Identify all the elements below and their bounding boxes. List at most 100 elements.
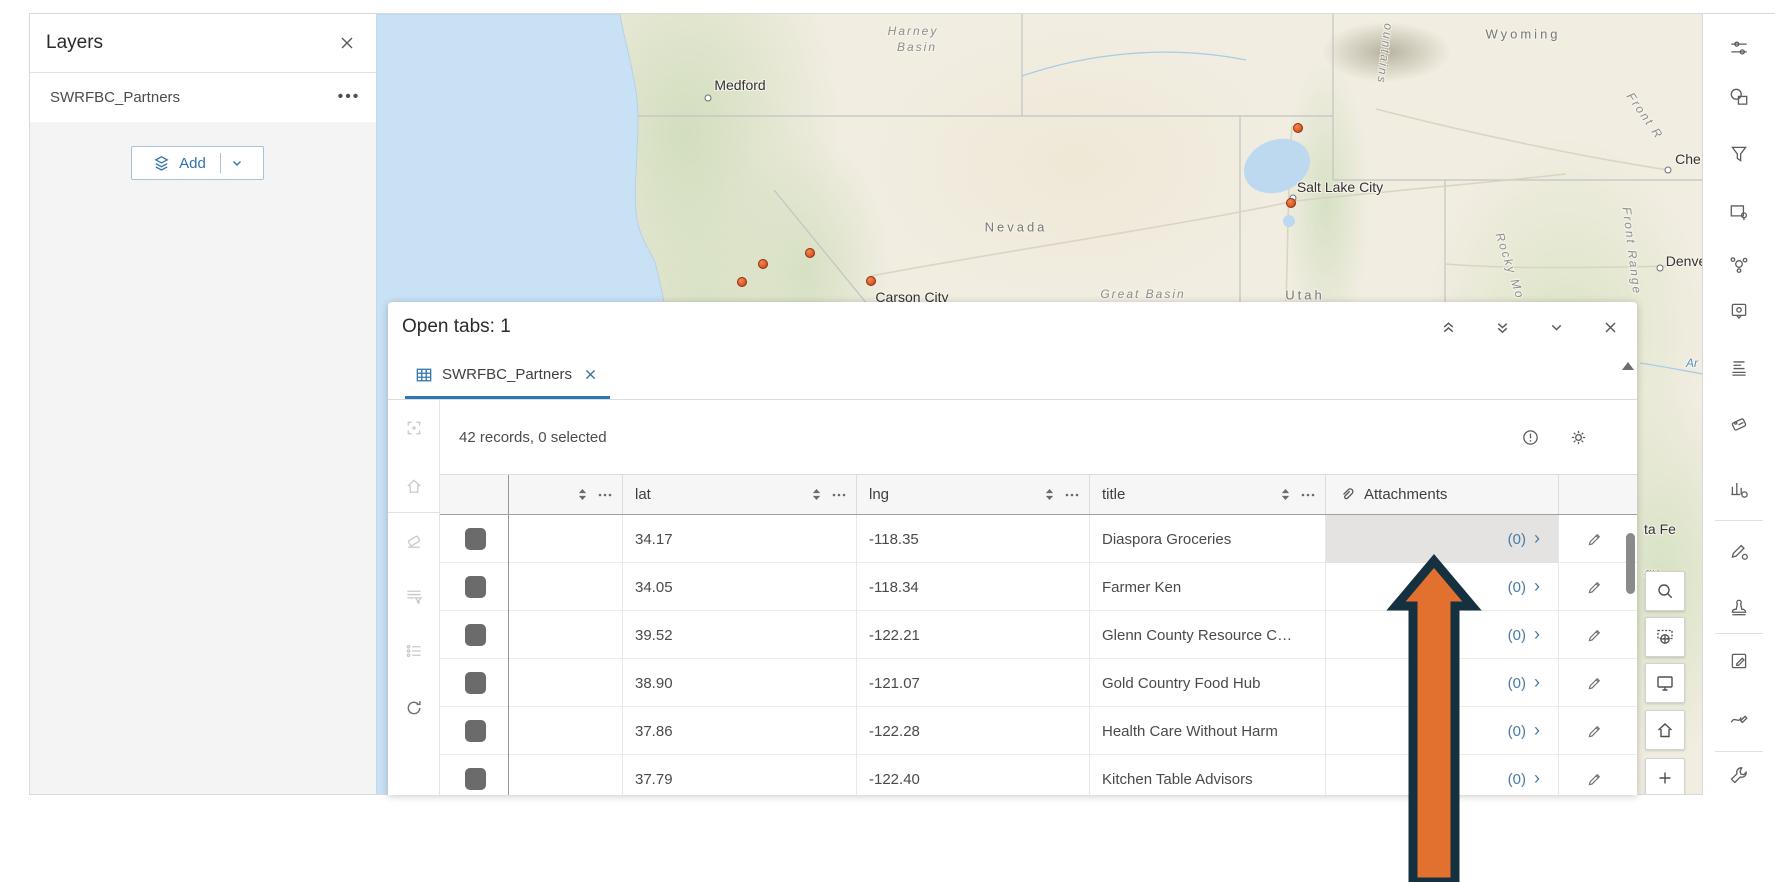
- approve-stamp-icon[interactable]: [1722, 590, 1756, 624]
- form-edit-icon[interactable]: [1722, 644, 1756, 678]
- column-header-lng[interactable]: lng: [857, 475, 1090, 514]
- double-chevron-up-icon: [1440, 319, 1457, 336]
- row-select-checkbox[interactable]: [465, 576, 486, 598]
- annotation-arrow: [1380, 552, 1490, 882]
- feature-point[interactable]: [758, 259, 768, 269]
- column-header-title[interactable]: title: [1090, 475, 1326, 514]
- sort-icon[interactable]: [1280, 488, 1291, 501]
- cell-lat: 37.79: [623, 755, 857, 795]
- zoom-in-button[interactable]: [1645, 758, 1685, 795]
- table-tools-strip: [388, 400, 440, 795]
- layers-stack-icon: [152, 154, 171, 173]
- attachment-count-link[interactable]: (0): [1508, 531, 1526, 548]
- add-layer-button[interactable]: Add: [131, 146, 264, 180]
- cell-lng: -122.21: [857, 611, 1090, 659]
- tab-close-icon[interactable]: [585, 369, 596, 380]
- layer-list-item[interactable]: SWRFBC_Partners •••: [30, 73, 376, 121]
- edit-row-button[interactable]: [1586, 627, 1603, 644]
- layer-options-button[interactable]: •••: [336, 84, 362, 110]
- home-icon[interactable]: [404, 477, 423, 496]
- column-header-lat[interactable]: lat: [623, 475, 857, 514]
- column-header-attachments[interactable]: Attachments: [1326, 475, 1559, 514]
- collapse-panel-button[interactable]: [1489, 314, 1515, 340]
- feature-point[interactable]: [737, 277, 747, 287]
- home-extent-button[interactable]: [1645, 710, 1685, 750]
- tab-swrfbc-partners[interactable]: SWRFBC_Partners: [405, 353, 610, 399]
- row-select-checkbox[interactable]: [465, 768, 486, 790]
- attachment-count-link[interactable]: (0): [1508, 675, 1526, 692]
- properties-sliders-icon[interactable]: [1722, 31, 1756, 65]
- sort-icon[interactable]: [577, 488, 588, 501]
- filter-table-icon[interactable]: [404, 587, 423, 606]
- labels-tag-icon[interactable]: [1722, 408, 1756, 442]
- close-icon: [340, 36, 354, 50]
- column-menu-icon[interactable]: [832, 493, 846, 497]
- scrollbar-thumb[interactable]: [1626, 533, 1635, 594]
- edit-row-button[interactable]: [1586, 723, 1603, 740]
- attachment-count-link[interactable]: (0): [1508, 723, 1526, 740]
- fields-icon[interactable]: [1722, 351, 1756, 385]
- screen-button[interactable]: [1645, 663, 1685, 703]
- expand-panel-button[interactable]: [1435, 314, 1461, 340]
- effects-icon[interactable]: [1722, 195, 1756, 229]
- filter-icon[interactable]: [1722, 137, 1756, 171]
- cell-lng: -118.35: [857, 515, 1090, 563]
- table-settings-button[interactable]: [1565, 424, 1591, 450]
- open-tabs-title: Open tabs: 1: [402, 316, 511, 338]
- feature-point[interactable]: [1286, 198, 1296, 208]
- map-label-nevada: Nevada: [985, 220, 1048, 235]
- column-menu-icon[interactable]: [1065, 493, 1079, 497]
- column-header-edit: [1559, 475, 1628, 514]
- chevron-right-icon: ›: [1534, 625, 1540, 643]
- attachment-count-link[interactable]: (0): [1508, 627, 1526, 644]
- edit-row-button[interactable]: [1586, 579, 1603, 596]
- minimize-panel-button[interactable]: [1543, 314, 1569, 340]
- edit-row-button[interactable]: [1586, 771, 1603, 788]
- edit-row-button[interactable]: [1586, 675, 1603, 692]
- row-select-checkbox[interactable]: [465, 720, 486, 742]
- sort-icon[interactable]: [1044, 488, 1055, 501]
- charts-icon[interactable]: [1722, 472, 1756, 506]
- sort-icon[interactable]: [811, 488, 822, 501]
- column-header-blank[interactable]: [509, 475, 623, 514]
- sketch-icon[interactable]: [1722, 701, 1756, 735]
- clear-selection-eraser-icon[interactable]: [404, 532, 423, 551]
- column-menu-icon[interactable]: [1301, 493, 1315, 497]
- column-header-select[interactable]: [440, 475, 509, 514]
- row-select-checkbox[interactable]: [465, 672, 486, 694]
- cell-lng: -122.40: [857, 755, 1090, 795]
- table-info-button[interactable]: [1517, 424, 1543, 450]
- search-icon: [1655, 581, 1675, 601]
- column-menu-icon[interactable]: [598, 493, 612, 497]
- feature-point[interactable]: [1293, 123, 1303, 133]
- attachment-count-link[interactable]: (0): [1508, 579, 1526, 596]
- close-panel-button[interactable]: [1597, 314, 1623, 340]
- popups-icon[interactable]: [1722, 294, 1756, 328]
- zoom-to-selection-icon[interactable]: [404, 419, 423, 438]
- layers-panel-close-button[interactable]: [334, 30, 360, 56]
- utility-wrench-icon[interactable]: [1722, 758, 1756, 792]
- basemap-button[interactable]: [1645, 617, 1685, 657]
- edit-row-button[interactable]: [1586, 531, 1603, 548]
- styles-icon[interactable]: [1722, 80, 1756, 114]
- map-label-wyoming: Wyoming: [1485, 27, 1560, 42]
- cell-lng: -121.07: [857, 659, 1090, 707]
- map-label-utah: Utah: [1285, 288, 1324, 303]
- scrollbar-up-arrow[interactable]: [1622, 362, 1634, 370]
- ellipsis-icon: •••: [338, 92, 361, 102]
- edit-settings-icon[interactable]: [1722, 534, 1756, 568]
- toolbar-divider: [1715, 751, 1763, 752]
- search-button[interactable]: [1645, 571, 1685, 611]
- settings-toolbar: [1703, 13, 1775, 795]
- map-label-arkansas-river: Ar: [1686, 356, 1698, 370]
- feature-point[interactable]: [805, 248, 815, 258]
- tab-label: SWRFBC_Partners: [442, 366, 572, 383]
- cell-lat: 34.17: [623, 515, 857, 563]
- aggregation-icon[interactable]: [1722, 247, 1756, 281]
- feature-point[interactable]: [866, 276, 876, 286]
- row-select-checkbox[interactable]: [465, 528, 486, 550]
- attachment-count-link[interactable]: (0): [1508, 771, 1526, 788]
- refresh-icon[interactable]: [404, 699, 423, 718]
- show-selected-list-icon[interactable]: [404, 642, 423, 661]
- row-select-checkbox[interactable]: [465, 624, 486, 646]
